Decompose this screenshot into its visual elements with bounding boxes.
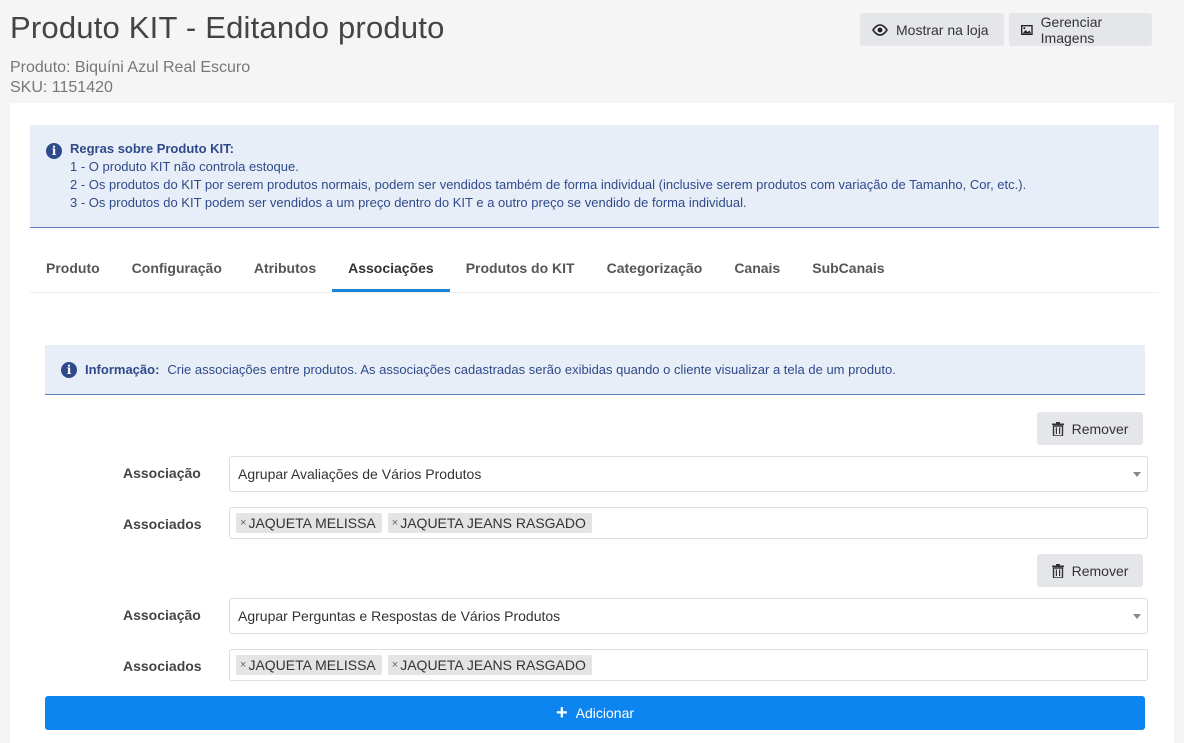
tab-produtos-do-kit[interactable]: Produtos do KIT	[450, 250, 591, 292]
associated-label: Associados	[123, 516, 202, 532]
product-tag-label: JAQUETA MELISSA	[248, 515, 376, 531]
product-tag-label: JAQUETA JEANS RASGADO	[400, 515, 586, 531]
remove-association-button[interactable]: Remover	[1037, 554, 1143, 587]
product-name: Produto: Biquíni Azul Real Escuro	[10, 59, 251, 76]
eye-icon	[872, 23, 888, 36]
tab-canais[interactable]: Canais	[718, 250, 796, 292]
information-box: i Informação: Crie associações entre pro…	[45, 345, 1145, 395]
manage-images-label: Gerenciar Imagens	[1040, 13, 1103, 46]
tab-categorizacao[interactable]: Categorização	[591, 250, 719, 292]
image-icon	[1021, 24, 1033, 35]
product-tag: × JAQUETA JEANS RASGADO	[387, 513, 592, 533]
association-selected-value: Agrupar Avaliações de Vários Produtos	[238, 466, 482, 482]
show-in-store-label: Mostrar na loja	[896, 21, 989, 38]
close-icon[interactable]: ×	[240, 517, 246, 529]
add-association-button[interactable]: + Adicionar	[45, 696, 1145, 730]
tab-bar: Produto Configuração Atributos Associaçõ…	[30, 250, 1159, 293]
trash-icon	[1051, 421, 1064, 436]
association-label: Associação	[123, 465, 201, 481]
associated-label: Associados	[123, 658, 202, 674]
product-subtitle: Produto: Biquíni Azul Real Escuro SKU: 1…	[10, 58, 250, 98]
association-label: Associação	[123, 607, 201, 623]
show-in-store-button[interactable]: Mostrar na loja	[860, 13, 1004, 46]
product-tag-label: JAQUETA JEANS RASGADO	[400, 657, 586, 673]
rules-title: Regras sobre Produto KIT:	[70, 141, 234, 156]
info-icon: i	[61, 362, 77, 378]
information-text: Crie associações entre produtos. As asso…	[167, 362, 896, 377]
remove-association-button[interactable]: Remover	[1037, 412, 1143, 445]
association-selected-value: Agrupar Perguntas e Respostas de Vários …	[238, 608, 561, 624]
rule-line: 3 - Os produtos do KIT podem ser vendido…	[70, 195, 747, 210]
add-label: Adicionar	[575, 705, 635, 721]
information-label: Informação:	[85, 362, 160, 377]
chevron-down-icon	[1133, 472, 1141, 477]
product-tag: × JAQUETA MELISSA	[236, 655, 382, 675]
tab-configuracao[interactable]: Configuração	[116, 250, 238, 292]
association-select[interactable]: Agrupar Avaliações de Vários Produtos	[229, 456, 1148, 492]
close-icon[interactable]: ×	[240, 659, 246, 671]
remove-label: Remover	[1071, 562, 1129, 579]
rule-line: 2 - Os produtos do KIT por serem produto…	[70, 177, 1027, 192]
chevron-down-icon	[1133, 614, 1141, 619]
manage-images-button[interactable]: Gerenciar Imagens	[1009, 13, 1152, 46]
tab-atributos[interactable]: Atributos	[238, 250, 332, 292]
rule-line: 1 - O produto KIT não controla estoque.	[70, 159, 299, 174]
tab-associacoes[interactable]: Associações	[332, 250, 450, 292]
close-icon[interactable]: ×	[392, 517, 398, 529]
trash-icon	[1051, 563, 1064, 578]
info-icon: i	[46, 143, 62, 159]
close-icon[interactable]: ×	[392, 659, 398, 671]
page-title: Produto KIT - Editando produto	[10, 10, 445, 45]
product-tag-label: JAQUETA MELISSA	[248, 657, 376, 673]
product-sku: SKU: 1151420	[10, 79, 113, 96]
associated-products-input[interactable]: × JAQUETA MELISSA × JAQUETA JEANS RASGAD…	[229, 507, 1148, 539]
associated-products-input[interactable]: × JAQUETA MELISSA × JAQUETA JEANS RASGAD…	[229, 649, 1148, 681]
tab-subcanais[interactable]: SubCanais	[796, 250, 900, 292]
tab-produto[interactable]: Produto	[30, 250, 116, 292]
product-tag: × JAQUETA JEANS RASGADO	[387, 655, 592, 675]
kit-rules-box: i Regras sobre Produto KIT: 1 - O produt…	[30, 125, 1159, 228]
association-select[interactable]: Agrupar Perguntas e Respostas de Vários …	[229, 598, 1148, 634]
product-tag: × JAQUETA MELISSA	[236, 513, 382, 533]
plus-icon: +	[555, 702, 568, 724]
remove-label: Remover	[1071, 420, 1129, 437]
